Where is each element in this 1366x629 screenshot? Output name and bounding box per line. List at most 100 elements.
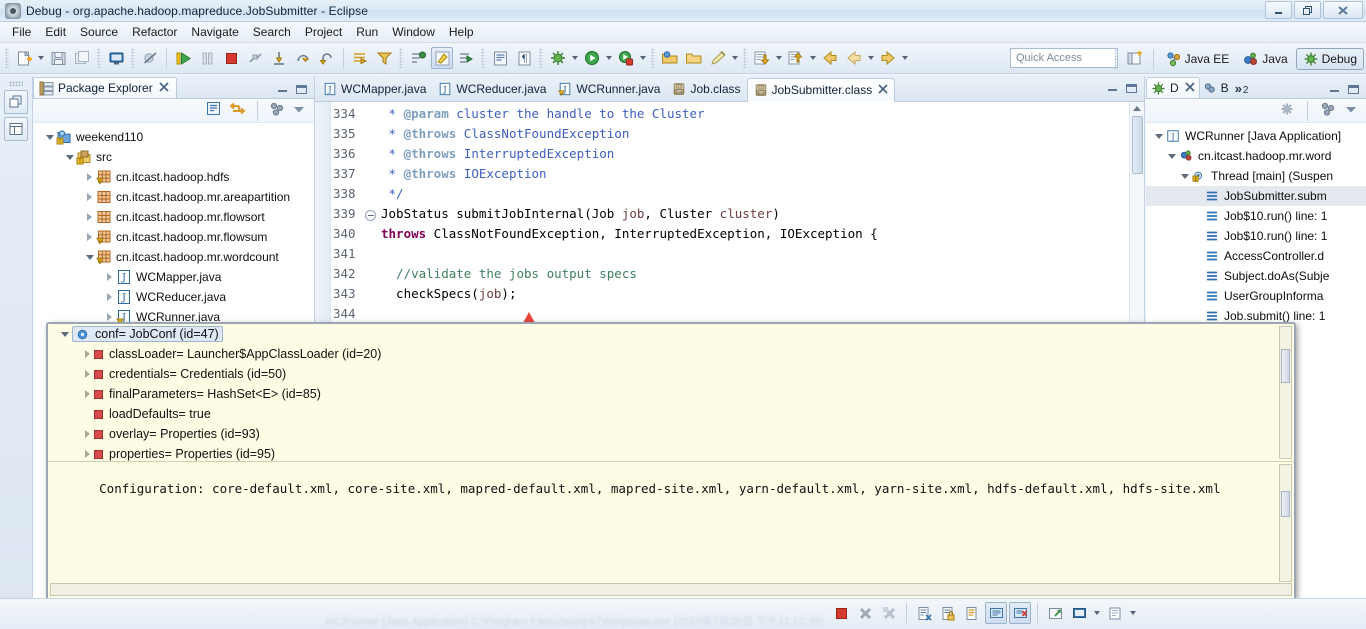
show-console-button[interactable]	[985, 602, 1007, 624]
package-tree-row[interactable]: cn.itcast.hadoop.mr.areapartition	[33, 187, 314, 207]
package-tree-row[interactable]: cn.itcast.hadoop.mr.flowsort	[33, 207, 314, 227]
skip-breakpoints-button[interactable]	[139, 47, 161, 69]
run-to-line-button[interactable]	[349, 47, 371, 69]
menu-edit[interactable]: Edit	[38, 23, 73, 41]
expand-arrow-right-icon[interactable]	[83, 233, 96, 241]
previous-annotation-dropdown-arrow[interactable]	[808, 47, 818, 69]
menu-run[interactable]: Run	[349, 23, 385, 41]
perspective-java[interactable]: Java	[1237, 48, 1293, 70]
new-button[interactable]	[13, 47, 35, 69]
expand-arrow-right-icon[interactable]	[80, 430, 94, 438]
resume-button[interactable]	[172, 47, 194, 69]
show-view-button[interactable]	[4, 117, 28, 141]
package-tree-row[interactable]: ! weekend110	[33, 127, 314, 147]
menu-window[interactable]: Window	[385, 23, 442, 41]
debug-launch-button[interactable]	[547, 47, 569, 69]
debug-tree-row[interactable]: UserGroupInforma	[1146, 286, 1366, 306]
toolbar-grip-4[interactable]	[399, 48, 403, 68]
debug-tab-overflow[interactable]: » 2	[1232, 81, 1251, 98]
package-tree-row[interactable]: J WCMapper.java	[33, 267, 314, 287]
console-dropdown-arrow[interactable]	[1092, 602, 1102, 624]
open-console-button[interactable]	[1044, 602, 1066, 624]
package-explorer-close-icon[interactable]	[159, 81, 169, 95]
back-dropdown-arrow[interactable]	[866, 47, 876, 69]
popup-variable-row[interactable]: properties= Properties (id=95)	[48, 444, 1294, 461]
package-tree-row[interactable]: ! cn.itcast.hadoop.mr.wordcount	[33, 247, 314, 267]
tab-breakpoints[interactable]: B	[1200, 77, 1232, 98]
toggle-breakpoint-button[interactable]	[407, 47, 429, 69]
terminate-all-button[interactable]	[854, 602, 876, 624]
pin-console-button[interactable]	[1068, 602, 1090, 624]
link-with-editor-icon[interactable]	[229, 101, 246, 120]
expand-arrow-down-icon[interactable]	[1178, 173, 1191, 179]
view-menu-filter-icon[interactable]	[269, 101, 285, 120]
debug-close-icon[interactable]	[1185, 81, 1195, 95]
fast-view-grip[interactable]	[9, 81, 23, 86]
package-explorer-maximize-icon[interactable]	[295, 84, 308, 98]
expand-arrow-down-icon[interactable]	[58, 331, 72, 337]
minimize-button[interactable]	[1265, 1, 1292, 19]
search-button[interactable]	[707, 47, 729, 69]
toolbar-grip-7[interactable]	[651, 48, 655, 68]
remove-terminated-button[interactable]	[878, 602, 900, 624]
editor-tab-jobsubmitter-class[interactable]: 010 JobSubmitter.class	[746, 78, 896, 102]
popup-variable-row[interactable]: overlay= Properties (id=93)	[48, 424, 1294, 444]
debug-minimize-icon[interactable]	[1328, 84, 1341, 98]
forward-dropdown-arrow[interactable]	[900, 47, 910, 69]
package-tree-row[interactable]: ! cn.itcast.hadoop.hdfs	[33, 167, 314, 187]
toolbar-grip[interactable]	[5, 48, 9, 68]
debug-tree-row[interactable]: AccessController.d	[1146, 246, 1366, 266]
suspend-button[interactable]	[196, 47, 218, 69]
remove-all-terminated-icon[interactable]	[1279, 101, 1295, 120]
terminate-button[interactable]	[220, 47, 242, 69]
toolbar-grip-8[interactable]	[743, 48, 747, 68]
popup-variable-row[interactable]: conf= JobConf (id=47)	[48, 324, 1294, 344]
expand-arrow-down-icon[interactable]	[1152, 133, 1165, 139]
last-edit-location-button[interactable]	[455, 47, 477, 69]
editor-tab-wcrunner-java[interactable]: J WCRunner.java	[552, 77, 666, 101]
forward-button[interactable]	[877, 47, 899, 69]
debug-tree-row[interactable]: Job$10.run() line: 1	[1146, 206, 1366, 226]
save-button[interactable]	[47, 47, 69, 69]
editor-tab-wcreducer-java[interactable]: J WCReducer.java	[432, 77, 552, 101]
expand-arrow-right-icon[interactable]	[80, 390, 94, 398]
editor-tab-close-icon[interactable]	[878, 83, 888, 97]
debug-view-menu-icon[interactable]	[1320, 101, 1336, 120]
open-perspective-button[interactable]	[1124, 48, 1146, 70]
menu-file[interactable]: File	[5, 23, 38, 41]
perspective-java-ee[interactable]: Java EE	[1160, 48, 1236, 70]
debug-dropdown-arrow[interactable]	[570, 47, 580, 69]
step-into-button[interactable]	[268, 47, 290, 69]
toolbar-grip-5[interactable]	[481, 48, 485, 68]
popup-detail-scroll-thumb[interactable]	[1281, 491, 1290, 517]
toggle-mark-occurrences-button[interactable]	[431, 47, 453, 69]
show-qualified-button[interactable]	[961, 602, 983, 624]
menu-navigate[interactable]: Navigate	[184, 23, 245, 41]
scroll-lock-button[interactable]	[937, 602, 959, 624]
package-explorer-minimize-icon[interactable]	[276, 84, 289, 98]
step-over-button[interactable]	[292, 47, 314, 69]
toolbar-grip-3[interactable]	[131, 48, 135, 68]
expand-arrow-down-icon[interactable]	[63, 154, 76, 160]
quick-access-input[interactable]: Quick Access	[1010, 48, 1118, 68]
menu-source[interactable]: Source	[73, 23, 125, 41]
run-dropdown-arrow[interactable]	[604, 47, 614, 69]
popup-variable-tree[interactable]: conf= JobConf (id=47) classLoader= Launch…	[48, 324, 1294, 462]
back-button[interactable]	[819, 47, 841, 69]
debug-tree-row[interactable]: cn.itcast.hadoop.mr.word	[1146, 146, 1366, 166]
editor-tab-job-class[interactable]: 010 Job.class	[666, 77, 746, 101]
package-tree-row[interactable]: ! cn.itcast.hadoop.mr.flowsum	[33, 227, 314, 247]
popup-tree-scrollbar[interactable]	[1279, 326, 1292, 459]
view-menu-icon[interactable]	[292, 102, 306, 119]
popup-variable-row[interactable]: classLoader= Launcher$AppClassLoader (id…	[48, 344, 1294, 364]
expand-arrow-right-icon[interactable]	[80, 370, 94, 378]
external-tools-button[interactable]	[615, 47, 637, 69]
save-all-button[interactable]	[71, 47, 93, 69]
disconnect-button[interactable]	[244, 47, 266, 69]
perspective-debug[interactable]: Debug	[1295, 47, 1364, 70]
debug-view-dropdown-icon[interactable]	[1344, 102, 1358, 119]
menu-search[interactable]: Search	[246, 23, 298, 41]
expand-arrow-down-icon[interactable]	[43, 134, 56, 140]
popup-detail-hscrollbar[interactable]	[50, 583, 1292, 596]
toolbar-grip-2[interactable]	[97, 48, 101, 68]
